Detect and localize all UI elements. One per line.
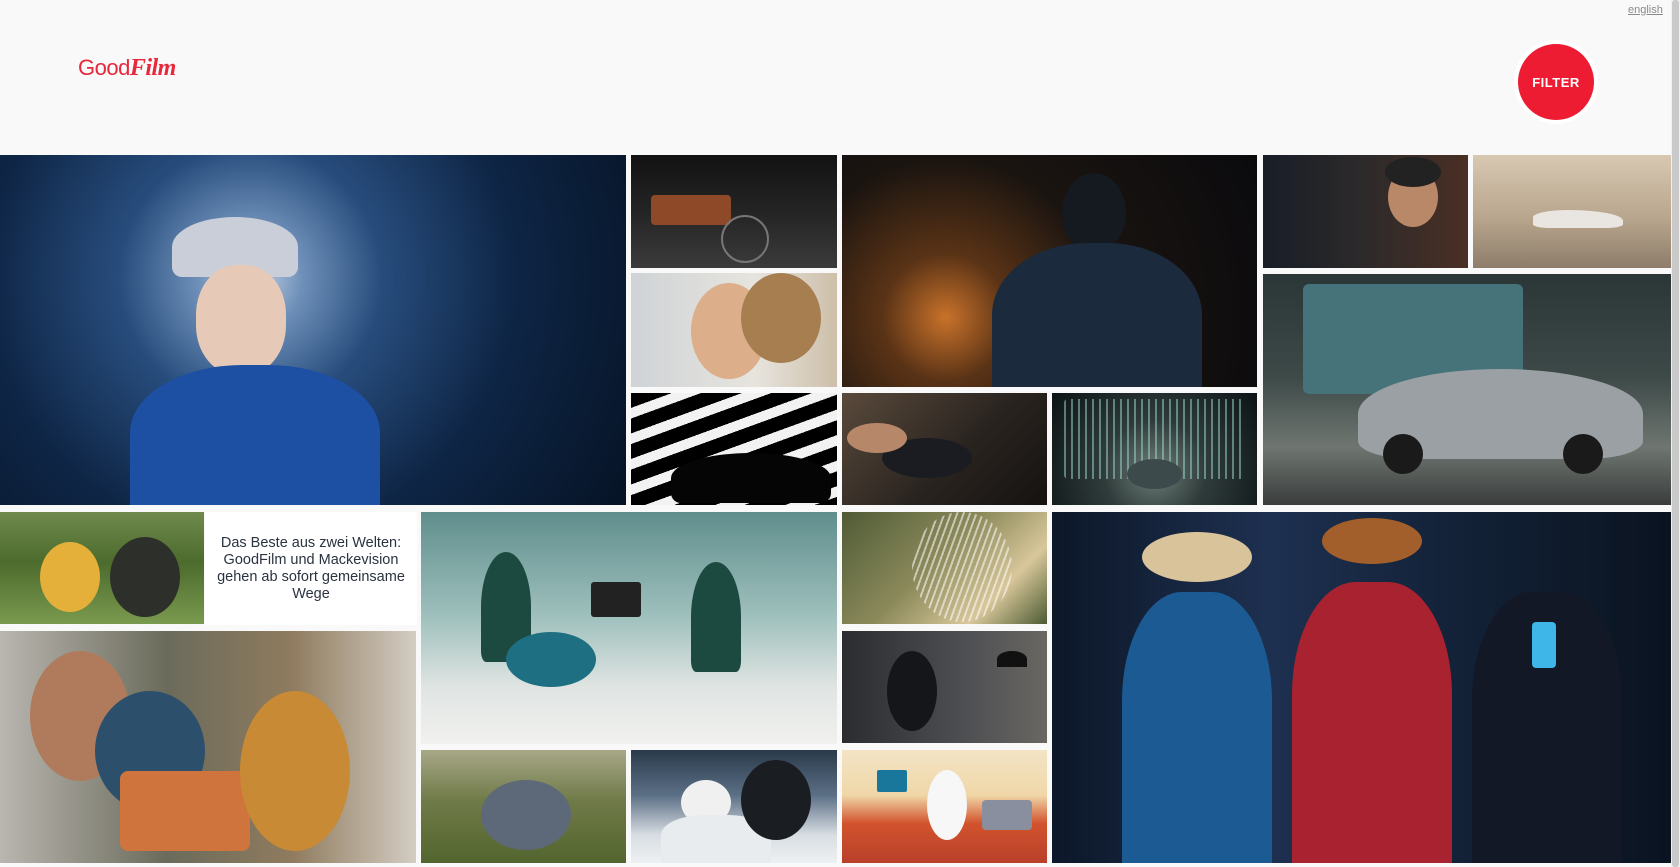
car-silhouette bbox=[671, 453, 831, 503]
video-tile-motorcycle[interactable] bbox=[842, 393, 1047, 505]
rider-arm bbox=[847, 423, 907, 453]
yacht bbox=[1533, 210, 1623, 228]
filter-button[interactable]: FILTER bbox=[1518, 44, 1594, 120]
man-at-desk bbox=[887, 651, 937, 731]
figure-body bbox=[130, 365, 380, 505]
toy-jeep bbox=[982, 800, 1032, 830]
figure-face bbox=[196, 265, 286, 375]
woman-hair bbox=[741, 273, 821, 363]
video-tile-man-beanie[interactable] bbox=[1263, 155, 1468, 268]
video-tile-businessman-night-city[interactable] bbox=[842, 155, 1257, 387]
video-tile-vintage-car[interactable] bbox=[631, 155, 837, 268]
woman-yellow-jacket bbox=[240, 691, 350, 851]
video-tile-three-men-suits[interactable] bbox=[1052, 512, 1671, 863]
person-dark bbox=[110, 537, 180, 617]
hat bbox=[1142, 532, 1252, 582]
video-tile-car-silhouette-stripes[interactable] bbox=[631, 393, 837, 505]
video-tile-toy-car-snow[interactable] bbox=[421, 512, 837, 744]
video-tile-water-sprinkler[interactable] bbox=[842, 512, 1047, 624]
video-tile-man-desk[interactable] bbox=[842, 631, 1047, 743]
wheel bbox=[721, 215, 769, 263]
language-link-english[interactable]: english bbox=[1628, 4, 1663, 16]
video-tile-crashed-car[interactable] bbox=[1263, 274, 1671, 505]
wheel bbox=[1563, 434, 1603, 474]
people-planting bbox=[481, 780, 571, 850]
clapperboard bbox=[591, 582, 641, 617]
player-dark bbox=[741, 760, 811, 840]
water-spray bbox=[912, 512, 1012, 622]
logo-film: Film bbox=[129, 55, 177, 81]
car-body bbox=[651, 195, 731, 225]
man-shoulders bbox=[992, 243, 1202, 387]
page-scrollbar[interactable] bbox=[1671, 0, 1680, 867]
hat bbox=[1322, 518, 1422, 564]
video-tile-team-huddle[interactable] bbox=[0, 512, 204, 624]
tree bbox=[691, 562, 741, 672]
goodfilm-logo[interactable]: GoodFilm bbox=[78, 55, 176, 82]
video-tile-smiling-woman[interactable] bbox=[631, 273, 837, 387]
news-teaser-headline[interactable]: Das Beste aus zwei Welten: GoodFilm und … bbox=[215, 535, 407, 603]
beanie bbox=[1385, 157, 1441, 187]
video-tile-planting-tree[interactable] bbox=[421, 750, 626, 863]
astronaut bbox=[927, 770, 967, 840]
book bbox=[120, 771, 250, 851]
person-yellow bbox=[40, 542, 100, 612]
video-tile-family-reading[interactable] bbox=[0, 631, 416, 863]
man-blue-suit bbox=[1122, 592, 1272, 863]
video-tile-hockey-player[interactable] bbox=[631, 750, 837, 863]
blue-drink bbox=[1532, 622, 1556, 668]
news-teaser-box[interactable]: Das Beste aus zwei Welten: GoodFilm und … bbox=[205, 512, 417, 625]
man-head bbox=[1062, 173, 1126, 253]
wheel bbox=[1383, 434, 1423, 474]
flag bbox=[877, 770, 907, 792]
lamp bbox=[997, 651, 1027, 667]
video-tile-yacht[interactable] bbox=[1473, 155, 1671, 268]
video-tile-astronaut-animation[interactable] bbox=[842, 750, 1047, 863]
video-tile-parade-performer[interactable] bbox=[0, 155, 626, 505]
logo-good: Good bbox=[78, 55, 130, 80]
car-front bbox=[1127, 459, 1182, 489]
toy-car bbox=[506, 632, 596, 687]
man-red-blazer bbox=[1292, 582, 1452, 863]
scrollbar-thumb[interactable] bbox=[1672, 0, 1679, 867]
video-tile-led-tunnel-car[interactable] bbox=[1052, 393, 1257, 505]
